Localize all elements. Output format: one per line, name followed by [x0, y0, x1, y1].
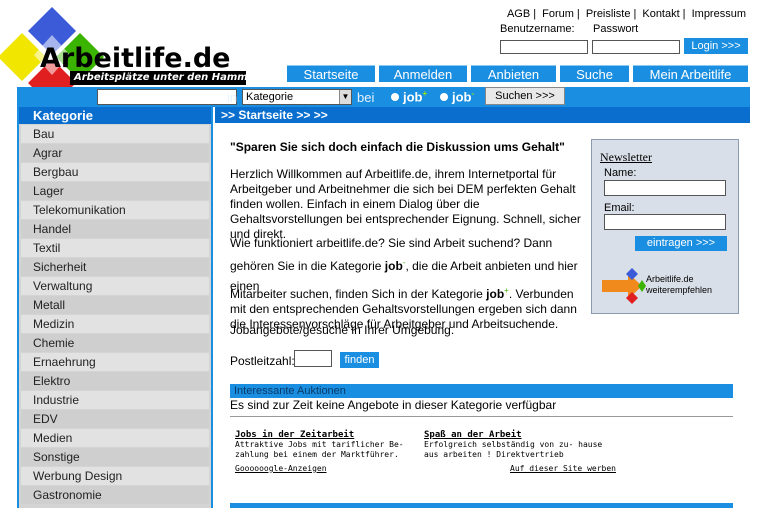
page-quote: "Sparen Sie sich doch einfach die Diskus…	[230, 140, 565, 154]
intro-text: Herzlich Willkommen auf Arbeitlife.de, i…	[230, 167, 581, 241]
tab-anmelden[interactable]: Anmelden	[379, 65, 467, 82]
ad-title[interactable]: Jobs in der Zeitarbeit	[235, 430, 404, 440]
sidebar-item-textil[interactable]: Textil	[21, 239, 209, 257]
recommend-text: Arbeitlife.de weiterempfehlen	[646, 274, 713, 295]
sidebar-item-gastronomie[interactable]: Gastronomie	[21, 486, 209, 504]
link-forum[interactable]: Forum	[542, 8, 574, 20]
link-impressum[interactable]: Impressum	[692, 8, 746, 20]
newsletter-box: Newsletter Name: Email: eintragen >>> Ar…	[591, 139, 739, 314]
auctions-heading: Interessante Auktionen	[230, 384, 733, 398]
recommend-arrow-icon	[602, 268, 646, 304]
link-preisliste[interactable]: Preisliste	[586, 8, 631, 20]
ad-line: Erfolgreich selbständig von zu- hause	[424, 440, 603, 449]
radio-job-plus-label: job+	[403, 89, 428, 105]
password-label: Passwort	[593, 23, 639, 35]
ad-zeitarbeit[interactable]: Jobs in der Zeitarbeit Attraktive Jobs m…	[235, 430, 404, 460]
radio-job-minus-label: job-	[452, 89, 475, 105]
sidebar-item-agrar[interactable]: Agrar	[21, 144, 209, 162]
password-input[interactable]	[592, 40, 680, 54]
sidebar-item-sicherheit[interactable]: Sicherheit	[21, 258, 209, 276]
sidebar-item-bau[interactable]: Bau	[21, 125, 209, 143]
login-button[interactable]: Login >>>	[684, 38, 748, 54]
auctions-text: Es sind zur Zeit keine Angebote in diese…	[230, 398, 557, 412]
category-select-value: Kategorie	[246, 91, 294, 103]
search-bar: in Kategorie ▼ bei job+ job- Suchen >>>	[17, 87, 750, 107]
tab-mein-arbeitlife[interactable]: Mein Arbeitlife	[633, 65, 748, 82]
sidebar-heading: Kategorie	[19, 107, 211, 124]
google-ads-link[interactable]: Goooooogle-Anzeigen	[235, 464, 327, 473]
ad-line: aus arbeiten ! Direktvertrieb	[424, 450, 564, 459]
newsletter-email-input[interactable]	[604, 214, 726, 230]
category-sidebar: Kategorie Bau Agrar Bergbau Lager Teleko…	[17, 107, 213, 508]
breadcrumb: >> Startseite >> >>	[215, 107, 750, 123]
sidebar-item-handel[interactable]: Handel	[21, 220, 209, 238]
sidebar-item-medien[interactable]: Medien	[21, 429, 209, 447]
advertise-link[interactable]: Auf dieser Site werben	[510, 464, 616, 473]
recommend-link[interactable]: Arbeitlife.de weiterempfehlen	[602, 268, 732, 304]
search-input[interactable]	[97, 89, 237, 105]
plz-input[interactable]	[294, 350, 332, 367]
sidebar-item-bergbau[interactable]: Bergbau	[21, 163, 209, 181]
ad-line: zahlung bei einem der Marktführer.	[235, 450, 399, 459]
sidebar-item-chemie[interactable]: Chemie	[21, 334, 209, 352]
bottom-section-bar	[230, 503, 733, 508]
sidebar-item-metall[interactable]: Metall	[21, 296, 209, 314]
search-button[interactable]: Suchen >>>	[485, 87, 565, 105]
category-select[interactable]: Kategorie ▼	[242, 89, 352, 105]
chevron-down-icon[interactable]: ▼	[339, 90, 351, 104]
newsletter-submit-button[interactable]: eintragen >>>	[635, 236, 727, 251]
sidebar-item-ernaehrung[interactable]: Ernaehrung	[21, 353, 209, 371]
ad-title[interactable]: Spaß an der Arbeit	[424, 430, 602, 440]
bei-label: bei	[357, 90, 375, 105]
username-input[interactable]	[500, 40, 588, 54]
ad-spass[interactable]: Spaß an der Arbeit Erfolgreich selbständ…	[424, 430, 602, 460]
username-label: Benutzername:	[500, 23, 575, 35]
sidebar-item-sonstige[interactable]: Sonstige	[21, 448, 209, 466]
newsletter-title: Newsletter	[600, 150, 652, 164]
jobs-near-text: Jobangebote/gesuche in Ihrer Umgebung.	[230, 323, 455, 337]
sidebar-item-industrie[interactable]: Industrie	[21, 391, 209, 409]
ad-line: Attraktive Jobs mit tariflicher Be-	[235, 440, 404, 449]
sidebar-item-lager[interactable]: Lager	[21, 182, 209, 200]
in-label: in	[227, 90, 238, 105]
tab-suche[interactable]: Suche	[560, 65, 629, 82]
main-nav: Startseite Anmelden Anbieten Suche Mein …	[0, 65, 762, 82]
tab-startseite[interactable]: Startseite	[287, 65, 375, 82]
newsletter-name-input[interactable]	[604, 180, 726, 196]
sidebar-item-medizin[interactable]: Medizin	[21, 315, 209, 333]
link-kontakt[interactable]: Kontakt	[642, 8, 679, 20]
radio-job-plus[interactable]	[391, 93, 399, 101]
link-agb[interactable]: AGB	[507, 8, 530, 20]
sidebar-item-telekomunikation[interactable]: Telekomunikation	[21, 201, 209, 219]
newsletter-email-label: Email:	[604, 202, 635, 214]
sidebar-item-verwaltung[interactable]: Verwaltung	[21, 277, 209, 295]
sidebar-item-edv[interactable]: EDV	[21, 410, 209, 428]
divider	[230, 416, 733, 417]
plz-label: Postleitzahl:	[230, 354, 295, 368]
radio-job-minus[interactable]	[440, 93, 448, 101]
tab-anbieten[interactable]: Anbieten	[471, 65, 556, 82]
newsletter-name-label: Name:	[604, 167, 637, 179]
top-links: AGB | Forum | Preisliste | Kontakt | Impress…	[506, 8, 746, 20]
finden-button[interactable]: finden	[340, 352, 379, 368]
sidebar-item-werbung-design[interactable]: Werbung Design	[21, 467, 209, 485]
sidebar-item-elektro[interactable]: Elektro	[21, 372, 209, 390]
